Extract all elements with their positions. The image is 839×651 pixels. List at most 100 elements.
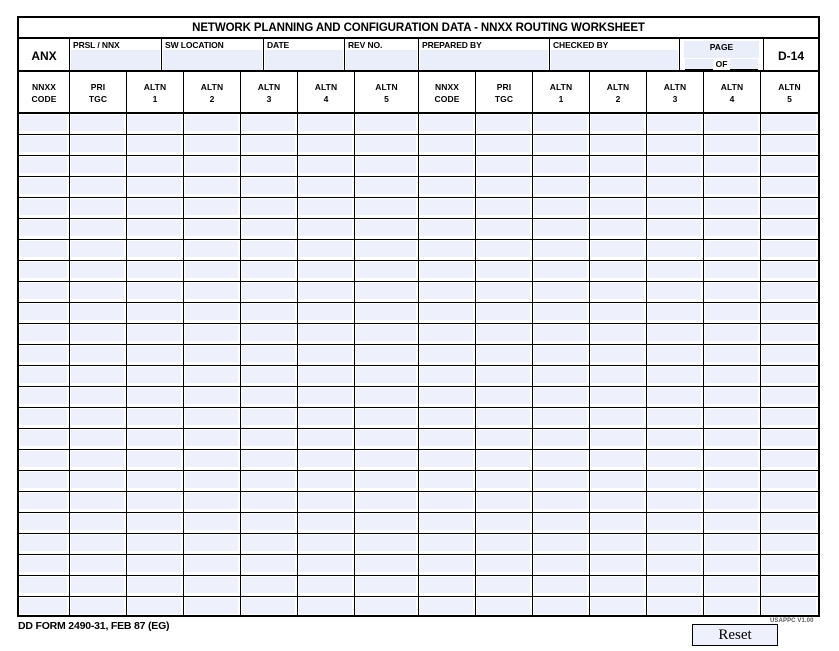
table-cell[interactable] [127, 555, 184, 575]
table-cell[interactable] [647, 450, 704, 470]
table-cell-input[interactable] [420, 493, 473, 509]
table-cell-input[interactable] [705, 409, 758, 425]
table-cell[interactable] [533, 366, 590, 386]
table-cell[interactable] [127, 303, 184, 323]
table-cell[interactable] [533, 261, 590, 281]
table-cell-input[interactable] [477, 346, 530, 362]
table-cell-input[interactable] [20, 115, 67, 131]
table-cell[interactable] [647, 324, 704, 344]
table-cell-input[interactable] [648, 430, 701, 446]
table-cell-input[interactable] [71, 304, 124, 320]
table-cell[interactable] [761, 219, 818, 239]
table-cell[interactable] [184, 576, 241, 596]
table-cell[interactable] [533, 135, 590, 155]
table-cell[interactable] [533, 156, 590, 176]
table-cell[interactable] [184, 408, 241, 428]
table-cell[interactable] [761, 303, 818, 323]
table-cell[interactable] [127, 429, 184, 449]
table-cell-input[interactable] [185, 409, 238, 425]
table-cell[interactable] [419, 324, 476, 344]
table-cell-input[interactable] [705, 535, 758, 551]
table-cell[interactable] [590, 387, 647, 407]
table-cell-input[interactable] [71, 199, 124, 215]
table-cell-input[interactable] [591, 556, 644, 572]
table-cell[interactable] [19, 345, 70, 365]
table-cell[interactable] [70, 198, 127, 218]
table-cell-input[interactable] [242, 325, 295, 341]
table-cell-input[interactable] [242, 346, 295, 362]
table-cell-input[interactable] [185, 598, 238, 614]
table-cell-input[interactable] [705, 136, 758, 152]
prsl-nnx-input[interactable] [71, 50, 160, 70]
table-cell-input[interactable] [128, 220, 181, 236]
table-cell-input[interactable] [648, 346, 701, 362]
table-cell[interactable] [419, 240, 476, 260]
table-cell[interactable] [419, 576, 476, 596]
table-cell[interactable] [19, 534, 70, 554]
table-cell-input[interactable] [648, 472, 701, 488]
table-cell[interactable] [761, 576, 818, 596]
table-cell-input[interactable] [762, 388, 816, 404]
table-cell[interactable] [184, 261, 241, 281]
table-cell-input[interactable] [762, 136, 816, 152]
table-cell-input[interactable] [705, 430, 758, 446]
table-cell[interactable] [704, 282, 761, 302]
table-cell[interactable] [476, 240, 533, 260]
table-cell-input[interactable] [591, 178, 644, 194]
table-cell-input[interactable] [762, 451, 816, 467]
table-cell[interactable] [241, 261, 298, 281]
table-cell-input[interactable] [705, 598, 758, 614]
table-cell[interactable] [647, 177, 704, 197]
table-cell-input[interactable] [71, 577, 124, 593]
table-cell[interactable] [241, 345, 298, 365]
table-cell[interactable] [647, 261, 704, 281]
table-cell-input[interactable] [128, 346, 181, 362]
table-cell[interactable] [241, 219, 298, 239]
table-cell[interactable] [533, 555, 590, 575]
table-cell[interactable] [704, 366, 761, 386]
table-cell-input[interactable] [477, 598, 530, 614]
table-cell-input[interactable] [185, 388, 238, 404]
ident-cell-sw-location[interactable]: SW LOCATION [162, 39, 264, 72]
table-cell[interactable] [533, 114, 590, 134]
checked-by-input[interactable] [551, 50, 678, 70]
table-cell[interactable] [761, 282, 818, 302]
table-cell[interactable] [298, 513, 355, 533]
table-cell[interactable] [590, 282, 647, 302]
table-cell[interactable] [704, 324, 761, 344]
table-cell-input[interactable] [705, 451, 758, 467]
table-cell[interactable] [70, 282, 127, 302]
table-cell-input[interactable] [299, 262, 352, 278]
table-cell-input[interactable] [299, 220, 352, 236]
table-cell[interactable] [298, 177, 355, 197]
table-cell-input[interactable] [420, 367, 473, 383]
table-cell-input[interactable] [20, 283, 67, 299]
table-cell[interactable] [19, 177, 70, 197]
table-cell-input[interactable] [71, 409, 124, 425]
table-cell-input[interactable] [71, 535, 124, 551]
table-cell[interactable] [476, 555, 533, 575]
table-cell-input[interactable] [705, 178, 758, 194]
table-cell[interactable] [590, 135, 647, 155]
table-cell-input[interactable] [299, 325, 352, 341]
table-cell-input[interactable] [71, 220, 124, 236]
table-cell[interactable] [127, 345, 184, 365]
table-cell-input[interactable] [648, 409, 701, 425]
table-cell-input[interactable] [420, 472, 473, 488]
table-cell[interactable] [590, 177, 647, 197]
table-cell[interactable] [19, 282, 70, 302]
table-cell[interactable] [184, 387, 241, 407]
table-cell-input[interactable] [185, 346, 238, 362]
table-cell-input[interactable] [128, 136, 181, 152]
table-cell-input[interactable] [477, 199, 530, 215]
table-cell[interactable] [476, 177, 533, 197]
table-cell-input[interactable] [356, 472, 416, 488]
table-cell[interactable] [533, 240, 590, 260]
table-cell[interactable] [761, 450, 818, 470]
table-cell[interactable] [298, 345, 355, 365]
table-cell[interactable] [476, 513, 533, 533]
table-cell[interactable] [70, 471, 127, 491]
table-cell[interactable] [704, 471, 761, 491]
page-number-input[interactable] [684, 59, 713, 70]
table-cell-input[interactable] [299, 598, 352, 614]
